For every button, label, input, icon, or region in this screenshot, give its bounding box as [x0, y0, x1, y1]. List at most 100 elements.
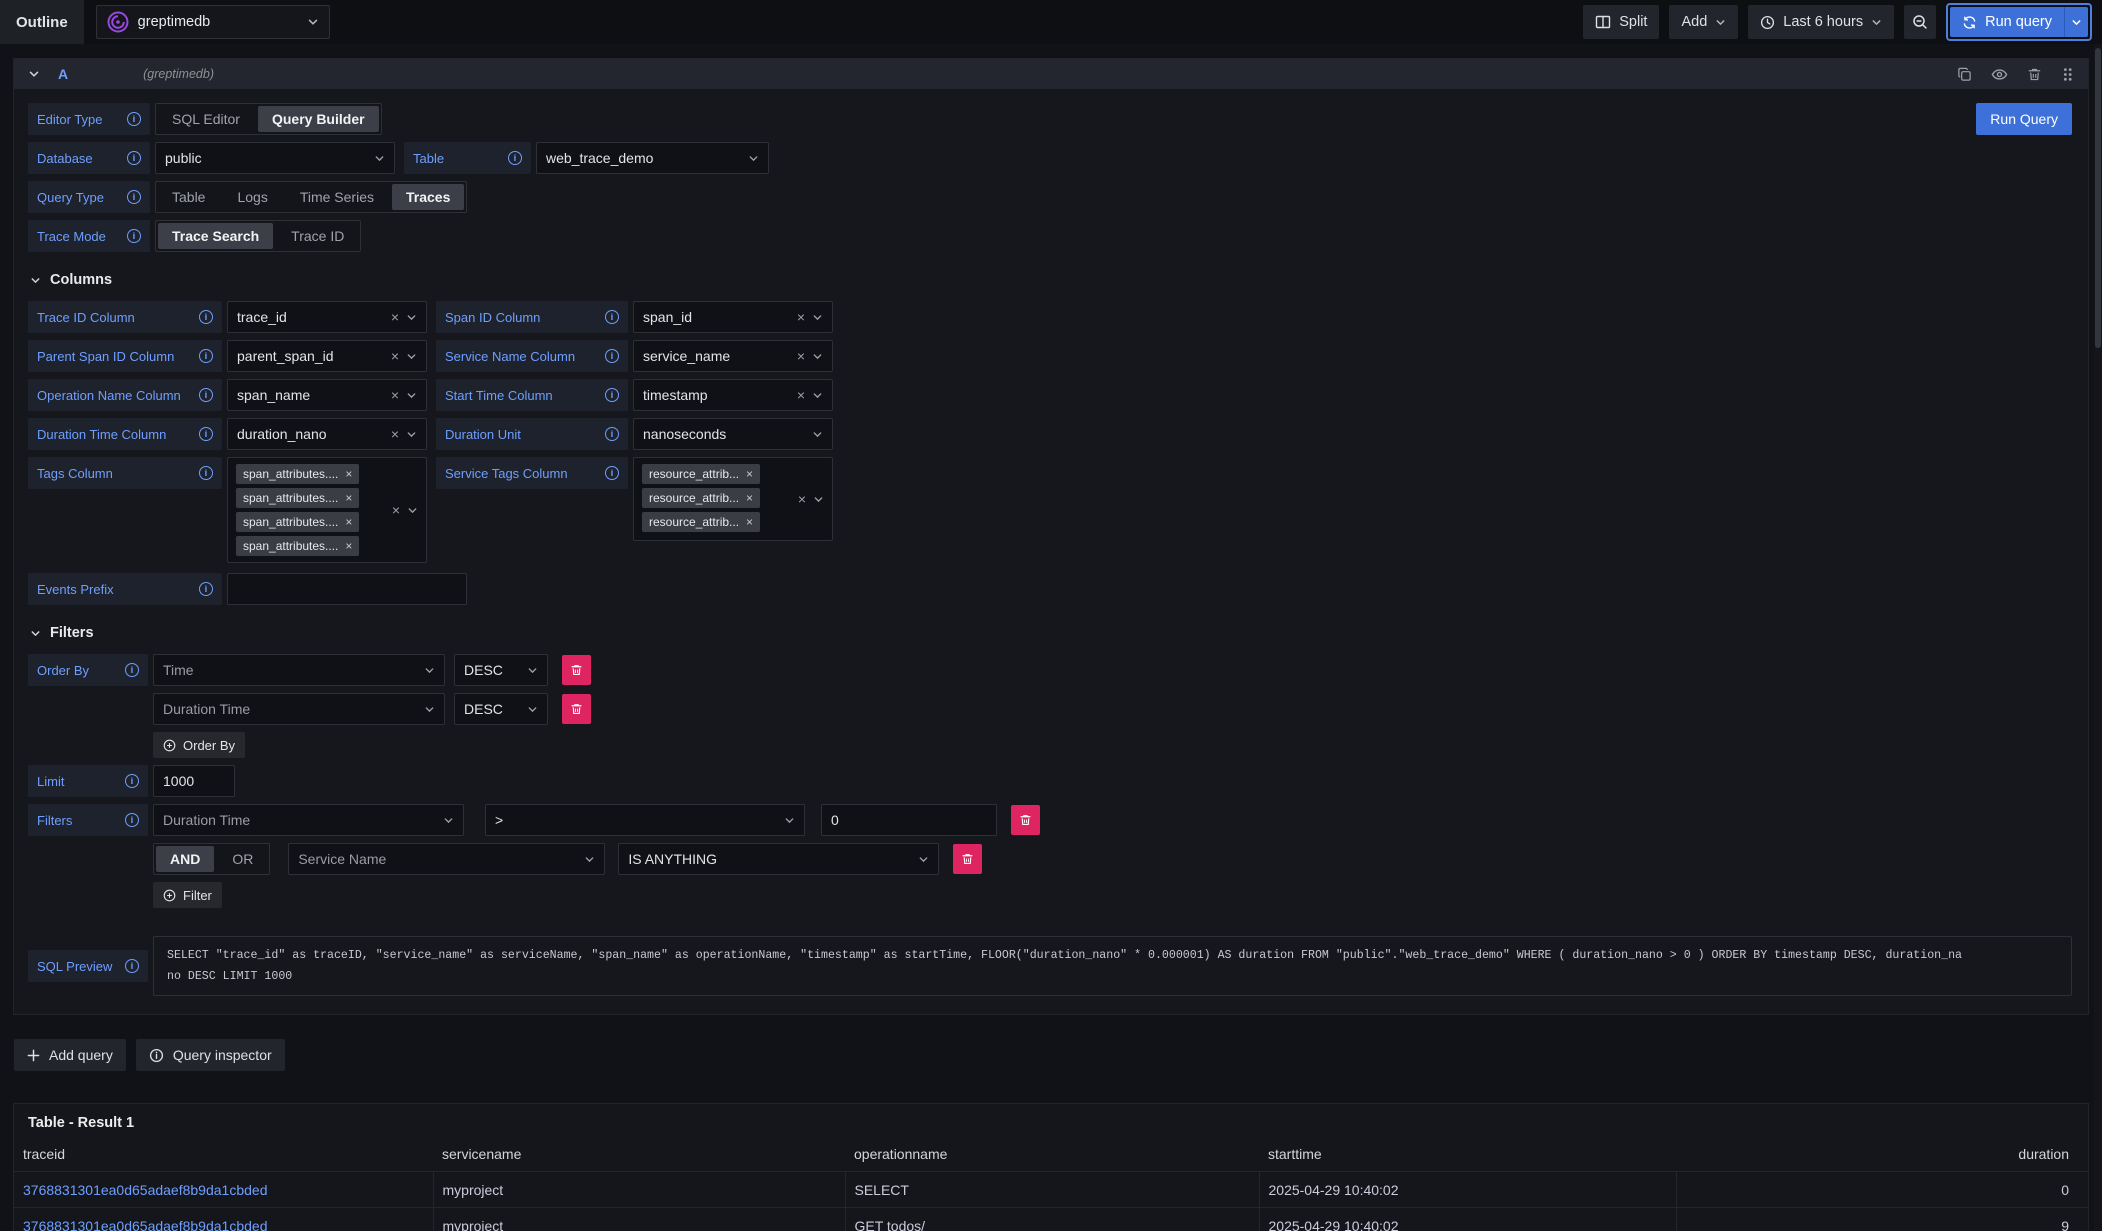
add-filter-button[interactable]: Filter — [153, 882, 222, 908]
info-icon[interactable]: i — [127, 112, 141, 126]
remove-filter-button[interactable] — [1011, 805, 1040, 835]
scrollbar-thumb[interactable] — [2095, 48, 2101, 348]
trace-id-link[interactable]: 3768831301ea0d65adaef8b9da1cbded — [23, 1182, 267, 1198]
query-row-header[interactable]: A (greptimedb) — [14, 59, 2088, 89]
column-header-starttime[interactable]: starttime — [1259, 1137, 1676, 1172]
table-select[interactable]: web_trace_demo — [536, 142, 769, 174]
trace-search-option[interactable]: Trace Search — [158, 223, 273, 249]
or-option[interactable]: OR — [218, 846, 267, 872]
clear-icon[interactable]: × — [391, 349, 399, 363]
clear-icon[interactable]: × — [391, 427, 399, 441]
query-type-traces[interactable]: Traces — [392, 184, 464, 210]
editor-run-query-button[interactable]: Run Query — [1976, 103, 2072, 135]
events-prefix-input[interactable] — [227, 573, 467, 605]
service-tag-chip[interactable]: resource_attrib...× — [642, 464, 760, 484]
clear-all-icon[interactable]: × — [798, 492, 806, 506]
info-icon[interactable]: i — [127, 151, 141, 165]
info-icon[interactable]: i — [199, 349, 213, 363]
duration-time-column-select[interactable]: duration_nano× — [227, 418, 427, 450]
info-icon[interactable]: i — [605, 466, 619, 480]
info-icon[interactable]: i — [199, 427, 213, 441]
parent-span-id-column-select[interactable]: parent_span_id× — [227, 340, 427, 372]
zoom-out-button[interactable] — [1904, 5, 1936, 39]
sql-editor-option[interactable]: SQL Editor — [158, 106, 254, 132]
limit-input[interactable] — [153, 765, 235, 797]
tag-chip[interactable]: span_attributes....× — [236, 536, 359, 556]
remove-chip-icon[interactable]: × — [345, 516, 352, 528]
remove-chip-icon[interactable]: × — [746, 492, 753, 504]
query-type-timeseries[interactable]: Time Series — [286, 184, 388, 210]
query-inspector-button[interactable]: Query inspector — [136, 1039, 285, 1071]
database-select[interactable]: public — [155, 142, 395, 174]
info-icon[interactable]: i — [127, 229, 141, 243]
remove-order-by-button[interactable] — [562, 694, 591, 724]
filter-value-input[interactable] — [821, 804, 997, 836]
and-option[interactable]: AND — [156, 846, 214, 872]
columns-section-header[interactable]: Columns — [30, 272, 2072, 288]
query-type-logs[interactable]: Logs — [223, 184, 281, 210]
datasource-picker[interactable]: greptimedb — [96, 5, 330, 39]
info-icon[interactable]: i — [605, 388, 619, 402]
service-tags-column-multiselect[interactable]: resource_attrib...× resource_attrib...× … — [633, 457, 833, 541]
run-query-options-button[interactable] — [2064, 7, 2088, 37]
info-icon[interactable]: i — [199, 388, 213, 402]
start-time-column-select[interactable]: timestamp× — [633, 379, 833, 411]
remove-chip-icon[interactable]: × — [746, 516, 753, 528]
service-tag-chip[interactable]: resource_attrib...× — [642, 488, 760, 508]
service-name-column-select[interactable]: service_name× — [633, 340, 833, 372]
info-icon[interactable]: i — [125, 774, 139, 788]
split-button[interactable]: Split — [1583, 5, 1659, 39]
clear-icon[interactable]: × — [391, 310, 399, 324]
info-icon[interactable]: i — [199, 310, 213, 324]
add-dropdown[interactable]: Add — [1669, 5, 1738, 39]
order-by-direction-select[interactable]: DESC — [454, 654, 548, 686]
service-tag-chip[interactable]: resource_attrib...× — [642, 512, 760, 532]
trace-id-option[interactable]: Trace ID — [277, 223, 358, 249]
remove-chip-icon[interactable]: × — [345, 540, 352, 552]
remove-chip-icon[interactable]: × — [345, 468, 352, 480]
info-icon[interactable]: i — [605, 427, 619, 441]
tag-chip[interactable]: span_attributes....× — [236, 512, 359, 532]
info-icon[interactable]: i — [127, 190, 141, 204]
filter-field-select[interactable]: Duration Time — [153, 804, 464, 836]
column-header-traceid[interactable]: traceid — [14, 1137, 433, 1172]
info-icon[interactable]: i — [199, 466, 213, 480]
filter-field-select[interactable]: Service Name — [288, 843, 605, 875]
filter-operator-select[interactable]: IS ANYTHING — [618, 843, 939, 875]
info-icon[interactable]: i — [605, 349, 619, 363]
add-query-button[interactable]: Add query — [14, 1039, 126, 1071]
trace-id-link[interactable]: 3768831301ea0d65adaef8b9da1cbded — [23, 1218, 267, 1231]
order-by-field-select[interactable]: Time — [153, 654, 445, 686]
column-header-servicename[interactable]: servicename — [433, 1137, 845, 1172]
info-icon[interactable]: i — [125, 959, 139, 973]
clear-icon[interactable]: × — [797, 310, 805, 324]
column-header-operationname[interactable]: operationname — [845, 1137, 1259, 1172]
clear-icon[interactable]: × — [797, 349, 805, 363]
column-header-duration[interactable]: duration — [1676, 1137, 2089, 1172]
operation-name-column-select[interactable]: span_name× — [227, 379, 427, 411]
info-icon[interactable]: i — [605, 310, 619, 324]
run-query-button[interactable]: Run query — [1950, 7, 2064, 37]
scrollbar[interactable] — [2094, 44, 2102, 1231]
duplicate-query-icon[interactable] — [1957, 67, 1972, 82]
info-icon[interactable]: i — [199, 582, 213, 596]
collapse-chevron-icon[interactable] — [28, 68, 40, 80]
filter-operator-select[interactable]: > — [485, 804, 805, 836]
drag-handle-icon[interactable] — [2061, 67, 2074, 82]
tags-column-multiselect[interactable]: span_attributes....× span_attributes....… — [227, 457, 427, 563]
filters-section-header[interactable]: Filters — [30, 625, 2072, 641]
trace-id-column-select[interactable]: trace_id× — [227, 301, 427, 333]
add-order-by-button[interactable]: Order By — [153, 732, 245, 758]
clear-all-icon[interactable]: × — [392, 503, 400, 517]
order-by-direction-select[interactable]: DESC — [454, 693, 548, 725]
span-id-column-select[interactable]: span_id× — [633, 301, 833, 333]
info-icon[interactable]: i — [125, 663, 139, 677]
remove-order-by-button[interactable] — [562, 655, 591, 685]
outline-button[interactable]: Outline — [0, 0, 84, 44]
query-type-table[interactable]: Table — [158, 184, 219, 210]
remove-chip-icon[interactable]: × — [345, 492, 352, 504]
order-by-field-select[interactable]: Duration Time — [153, 693, 445, 725]
clear-icon[interactable]: × — [797, 388, 805, 402]
duration-unit-select[interactable]: nanoseconds — [633, 418, 833, 450]
tag-chip[interactable]: span_attributes....× — [236, 488, 359, 508]
